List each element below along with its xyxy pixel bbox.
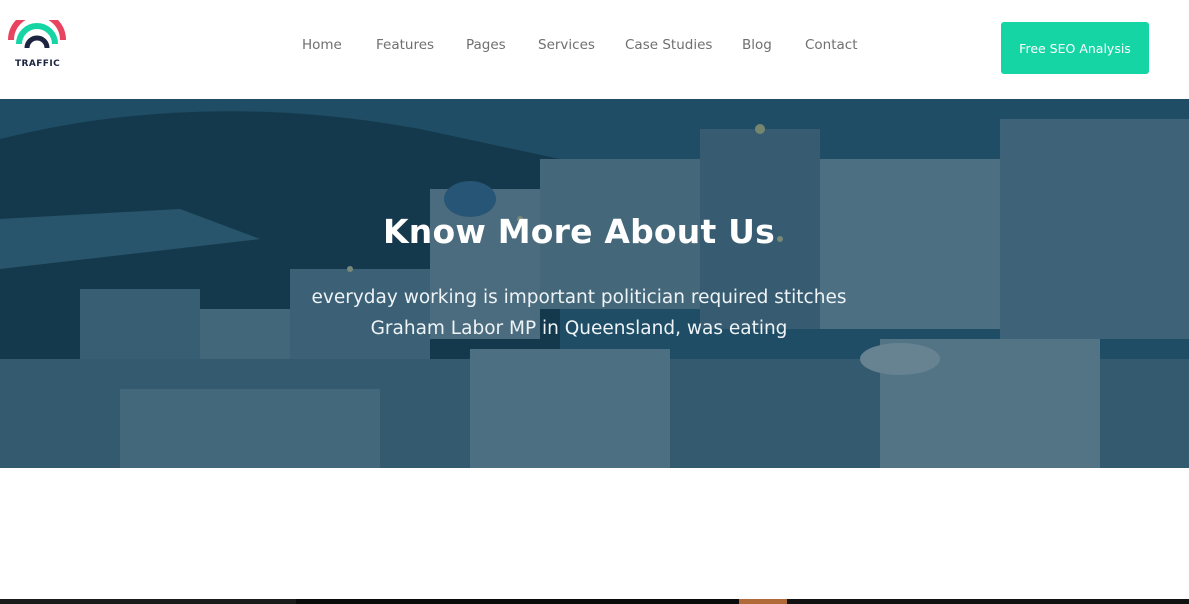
free-seo-analysis-button[interactable]: Free SEO Analysis xyxy=(1001,22,1149,74)
hero-title: Know More About Us xyxy=(383,212,775,251)
next-section-image-1 xyxy=(296,599,739,604)
next-section-image-3 xyxy=(787,599,1189,604)
nav-pages[interactable]: Pages xyxy=(466,34,506,56)
nav-case-studies[interactable]: Case Studies xyxy=(625,34,712,56)
hero-banner: Know More About Us everyday working is i… xyxy=(0,99,1189,468)
nav-services[interactable]: Services xyxy=(538,34,595,56)
brand-name: TRAFFIC xyxy=(15,59,61,69)
hero-subtitle-line2: Graham Labor MP in Queensland, was eatin… xyxy=(370,318,788,339)
next-section-image-2 xyxy=(739,599,787,604)
hero-subtitle-line1: everyday working is important politician… xyxy=(311,287,847,308)
nav-contact[interactable]: Contact xyxy=(805,34,858,56)
nav-home[interactable]: Home xyxy=(302,34,342,56)
next-section-edge xyxy=(0,599,1189,604)
nav-blog[interactable]: Blog xyxy=(742,34,772,56)
nav-features[interactable]: Features xyxy=(376,34,434,56)
site-header: TRAFFIC Home Features Pages Services Cas… xyxy=(0,0,1189,99)
